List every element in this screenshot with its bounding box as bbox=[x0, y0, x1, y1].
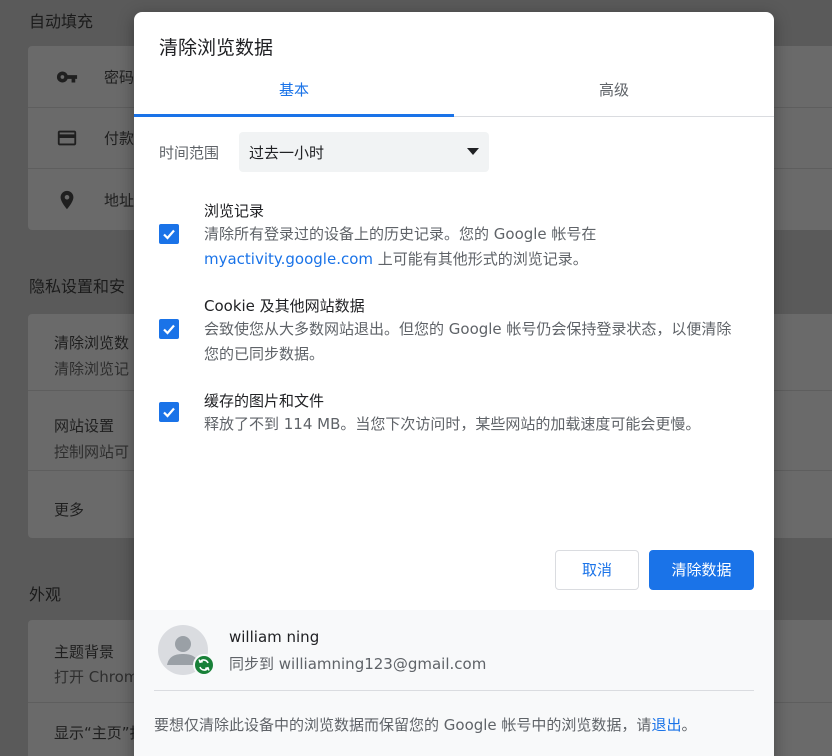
autofill-addresses-label: 地址 bbox=[104, 191, 135, 209]
browsing-history-desc-line1: 清除所有登录过的设备上的历史记录。您的 Google 帐号在 bbox=[204, 225, 597, 243]
appearance-theme-sub: 打开 Chrom bbox=[54, 668, 139, 686]
appearance-theme-title: 主题背景 bbox=[54, 643, 115, 661]
clear-data-button[interactable]: 清除数据 bbox=[649, 550, 754, 590]
time-range-select[interactable]: 过去一小时 bbox=[239, 132, 489, 172]
footer-divider bbox=[154, 690, 754, 691]
autofill-payments-label: 付款 bbox=[104, 129, 135, 148]
checkmark-icon bbox=[163, 407, 175, 418]
autofill-heading: 自动填充 bbox=[29, 12, 94, 31]
clear-browsing-data-dialog: 清除浏览数据 基本 高级 时间范围 过去一小时 浏览记录 清除所有登录过的设备上… bbox=[134, 12, 774, 756]
privacy-heading: 隐私设置和安 bbox=[29, 277, 126, 296]
time-range-label: 时间范围 bbox=[159, 144, 220, 162]
browsing-history-checkbox[interactable] bbox=[159, 224, 179, 244]
key-icon bbox=[56, 66, 78, 88]
account-sync-status: 同步到 williamning123@gmail.com bbox=[229, 655, 487, 673]
browsing-history-desc: 清除所有登录过的设备上的历史记录。您的 Google 帐号在 myactivit… bbox=[204, 222, 744, 272]
cancel-button[interactable]: 取消 bbox=[555, 550, 639, 590]
location-pin-icon bbox=[56, 189, 78, 211]
appearance-heading: 外观 bbox=[29, 585, 62, 604]
account-footer: william ning 同步到 williamning123@gmail.co… bbox=[134, 610, 774, 756]
sign-out-link[interactable]: 退出 bbox=[651, 716, 681, 734]
cookies-desc: 会致使您从大多数网站退出。但您的 Google 帐号仍会保持登录状态，以便清除您… bbox=[204, 320, 732, 363]
sign-out-note: 要想仅清除此设备中的浏览数据而保留您的 Google 帐号中的浏览数据，请退出。 bbox=[154, 714, 696, 735]
privacy-site-settings-sub: 控制网站可 bbox=[54, 443, 130, 461]
privacy-clear-data-title: 清除浏览数 bbox=[54, 334, 130, 352]
account-name: william ning bbox=[229, 628, 320, 646]
tab-basic[interactable]: 基本 bbox=[134, 74, 454, 117]
browsing-history-title: 浏览记录 bbox=[204, 202, 265, 220]
privacy-more-title: 更多 bbox=[54, 501, 85, 519]
privacy-site-settings-title: 网站设置 bbox=[54, 417, 115, 435]
active-tab-indicator bbox=[134, 114, 454, 117]
checkmark-icon bbox=[163, 324, 175, 335]
credit-card-icon bbox=[56, 127, 78, 149]
browsing-history-desc-line2: 上可能有其他形式的浏览记录。 bbox=[373, 250, 588, 268]
dialog-tabs: 基本 高级 bbox=[134, 74, 774, 117]
sync-icon bbox=[193, 654, 215, 676]
autofill-passwords-label: 密码 bbox=[104, 68, 135, 86]
cached-files-checkbox[interactable] bbox=[159, 402, 179, 422]
dropdown-arrow-icon bbox=[467, 148, 479, 155]
time-range-value: 过去一小时 bbox=[249, 144, 325, 162]
cached-files-desc: 释放了不到 114 MB。当您下次访问时，某些网站的加载速度可能会更慢。 bbox=[204, 415, 701, 433]
myactivity-link[interactable]: myactivity.google.com bbox=[204, 250, 373, 268]
appearance-home-button-title: 显示“主页”打 bbox=[54, 724, 145, 742]
privacy-clear-data-sub: 清除浏览记 bbox=[54, 360, 130, 378]
cookies-title: Cookie 及其他网站数据 bbox=[204, 297, 365, 315]
sign-out-note-end: 。 bbox=[681, 716, 697, 734]
cached-files-title: 缓存的图片和文件 bbox=[204, 392, 325, 410]
cookies-checkbox[interactable] bbox=[159, 319, 179, 339]
checkmark-icon bbox=[163, 229, 175, 240]
sign-out-note-text: 要想仅清除此设备中的浏览数据而保留您的 Google 帐号中的浏览数据，请 bbox=[154, 716, 652, 734]
dialog-title: 清除浏览数据 bbox=[159, 37, 274, 59]
tab-advanced[interactable]: 高级 bbox=[454, 74, 774, 117]
